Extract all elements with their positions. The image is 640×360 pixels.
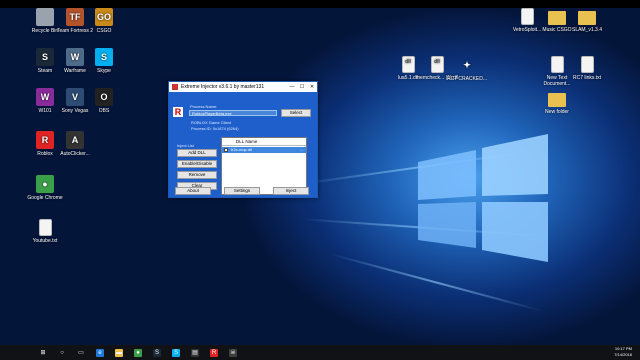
settings-button[interactable]: Settings [224, 187, 260, 195]
desktop-icon-autoclicker[interactable]: A AutoClicker... [52, 131, 98, 157]
close-button[interactable]: ✕ [307, 84, 317, 90]
desktop-icon-label: OBS [98, 108, 110, 114]
remove-button[interactable]: Remove [177, 171, 217, 179]
desktop-file-rc7[interactable]: ✦ RC7 CRACKED... [444, 56, 490, 83]
taskbar-button-search[interactable]: ○ [55, 345, 69, 360]
desktop-icon-obs[interactable]: O OBS [81, 88, 127, 114]
chrome-icon: ● [36, 175, 54, 193]
autoclicker-icon: A [66, 131, 84, 149]
enable-disable-button[interactable]: Enable/Disable [177, 160, 217, 168]
select-button[interactable]: Select [281, 109, 311, 117]
desktop-item-rc7-links[interactable]: RC7 links.txt [564, 56, 610, 81]
windows-logo-wallpaper [418, 134, 548, 262]
desktop-icon-label: CSGO [96, 28, 112, 34]
dll-row-more-button[interactable]: ... [300, 147, 303, 153]
maximize-button[interactable]: ☐ [297, 84, 307, 90]
taskbar-button-file-explorer[interactable]: ▬ [112, 345, 126, 360]
process-info-id: Process ID: 0x1874 (6264) [191, 126, 239, 131]
text-file-icon [580, 56, 594, 73]
taskbar-button-windows-start[interactable]: ⊞ [36, 345, 50, 360]
clock-date: 7/14/2016 [614, 352, 632, 357]
dll-enable-checkbox[interactable] [224, 148, 228, 152]
file-icon [520, 8, 534, 25]
taskbar-button-store[interactable]: ▤ [188, 345, 202, 360]
process-name-input[interactable]: RobloxPlayerBeta.exe [189, 110, 277, 116]
skype-taskbar-icon: S [172, 348, 180, 357]
roblox-logo-icon: R [173, 107, 183, 117]
process-info-name: ROBLOX Game Client [191, 120, 232, 125]
dll-name-header: DLL Name [222, 138, 306, 146]
dll-file-icon: dll [430, 56, 444, 73]
injector-body: R Process Name: RobloxPlayerBeta.exe Sel… [169, 92, 317, 197]
window-title: Extreme Injector v3.6.1 by master131 [181, 84, 265, 90]
taskbar-button-edge[interactable]: e [93, 345, 107, 360]
skype-icon: S [95, 48, 113, 66]
desktop-icon-text-file[interactable]: Youtube.txt [22, 219, 68, 244]
rc7-icon: ✦ [463, 60, 471, 70]
window-titlebar[interactable]: Extreme Injector v3.6.1 by master131 — ☐… [169, 82, 317, 92]
task-view-icon: ▭ [78, 350, 84, 356]
system-tray-clock[interactable]: 10:17 PM 7/14/2016 [614, 346, 632, 358]
csgo-icon: GO [95, 8, 113, 26]
dll-list-row[interactable]: fr2x-mop.dll ... [222, 147, 306, 153]
taskbar-button-chrome-taskbar[interactable]: ● [131, 345, 145, 360]
add-dll-button[interactable]: Add DLL [177, 149, 217, 157]
folder-icon [548, 93, 566, 107]
windows-start-icon: ⊞ [40, 350, 46, 356]
desktop-icon-csgo[interactable]: GO CSGO [81, 8, 127, 34]
edge-icon: e [96, 348, 104, 357]
taskbar-button-roblox-taskbar[interactable]: R [207, 345, 221, 360]
dll-row-name: fr2x-mop.dll [231, 147, 252, 152]
chrome-taskbar-icon: ● [134, 348, 142, 357]
taskbar-button-injector-taskbar[interactable]: ☠ [226, 345, 240, 360]
desktop-icon-skype[interactable]: S Skype [81, 48, 127, 74]
app-icon [172, 84, 178, 90]
desktop-item-slam[interactable]: SLAM_v1.3.4 [564, 8, 610, 33]
folder-icon [578, 11, 596, 25]
search-icon: ○ [60, 349, 64, 356]
roblox-taskbar-icon: R [210, 348, 218, 357]
obs-icon: O [95, 88, 113, 106]
desktop-icon-label: AutoClicker... [60, 151, 90, 157]
taskbar-button-steam-taskbar[interactable]: S [150, 345, 164, 360]
desktop-icon-label: Skype [97, 68, 111, 74]
steam-taskbar-icon: S [153, 348, 161, 357]
text-file-icon [38, 219, 52, 236]
minimize-button[interactable]: — [287, 84, 297, 90]
desktop-icon-chrome[interactable]: ● Google Chrome [22, 175, 68, 201]
store-icon: ▤ [191, 348, 199, 357]
process-name-label: Process Name: [190, 104, 218, 109]
text-file-icon [550, 56, 564, 73]
desktop-icon-label: Youtube.txt [32, 238, 58, 244]
inject-list-label: Inject List [177, 143, 194, 148]
taskbar-button-skype-taskbar[interactable]: S [169, 345, 183, 360]
desktop-icon-label: Google Chrome [27, 195, 63, 201]
desktop-item-new-folder[interactable]: New folder [534, 90, 580, 115]
desktop: Recycle Bin TF Team Fortress 2 GO CSGO S Steam… [0, 8, 640, 345]
taskbar-button-task-view[interactable]: ▭ [74, 345, 88, 360]
extreme-injector-window[interactable]: Extreme Injector v3.6.1 by master131 — ☐… [168, 81, 318, 198]
file-explorer-icon: ▬ [115, 348, 123, 357]
dll-file-icon: dll [401, 56, 415, 73]
inject-button[interactable]: Inject [273, 187, 309, 195]
taskbar: ⊞ ○ ▭ e ▬ ● S S ▤ R ☠ 10:17 PM 7/14/2016 [0, 345, 640, 360]
about-button[interactable]: About [175, 187, 211, 195]
injector-taskbar-icon: ☠ [229, 348, 237, 357]
